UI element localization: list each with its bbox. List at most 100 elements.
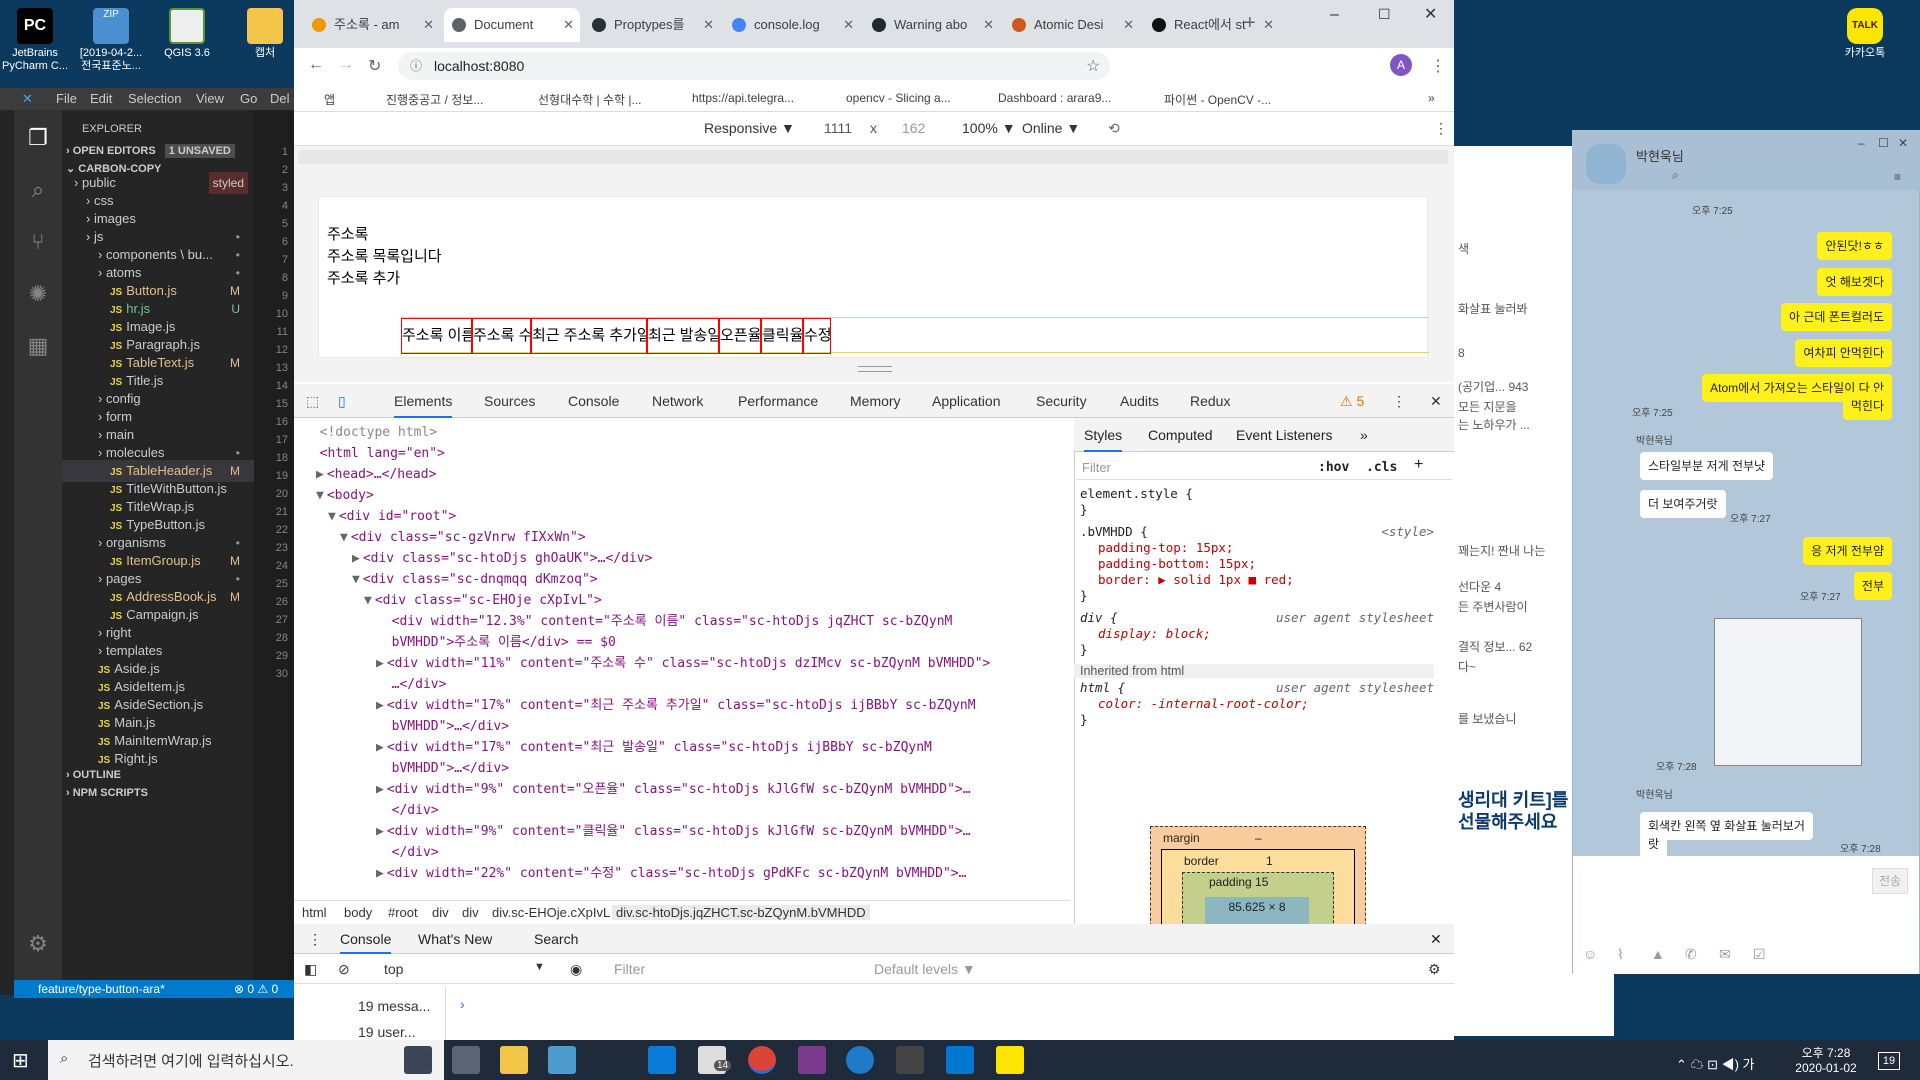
problems-indicator[interactable]: ⊗ 0 ⚠ 0: [234, 980, 278, 998]
log-levels-select[interactable]: Default levels ▼: [874, 961, 976, 977]
add-address-book-link[interactable]: 주소록 추가: [327, 267, 400, 288]
browser-tab[interactable]: Document ✕: [444, 8, 580, 42]
dom-node[interactable]: ▶ <head>…</head>: [294, 464, 1054, 485]
chat-minimize-icon[interactable]: –: [1858, 136, 1865, 150]
rotate-icon[interactable]: ⟲: [1108, 120, 1120, 137]
drawer-menu-icon[interactable]: ⋮: [308, 931, 322, 948]
browser-tab[interactable]: Warning abo ✕: [864, 8, 1000, 42]
dom-node[interactable]: <html lang="en">: [294, 443, 1054, 464]
call-icon[interactable]: ✆: [1685, 946, 1697, 963]
device-more-icon[interactable]: ⋮: [1434, 120, 1448, 137]
taskbar-search[interactable]: ⌕ 검색하려면 여기에 입력하십시오.: [48, 1040, 444, 1080]
network-select[interactable]: Online ▼: [1022, 120, 1080, 136]
dom-node[interactable]: <div width="12.3%" content="주소록 이름" clas…: [294, 611, 1054, 632]
expand-arrow-icon[interactable]: ▼: [316, 488, 324, 503]
console-prompt-icon[interactable]: ›: [460, 996, 465, 1012]
dom-node[interactable]: ▼ <div class="sc-EHOje cXpIvL">: [294, 590, 1054, 611]
chat-message[interactable]: 응 저게 전부얌: [1803, 537, 1892, 565]
forward-icon[interactable]: →: [338, 56, 354, 74]
cls-toggle[interactable]: .cls: [1366, 460, 1397, 475]
breadcrumb-item[interactable]: div.sc-htoDjs.jqZHCT.sc-bZQynM.bVMHDD: [612, 905, 870, 920]
dom-node[interactable]: ▶ <div width="9%" content="오픈율" class="sc…: [294, 779, 1054, 800]
chat-message[interactable]: 박현욱님: [1636, 786, 1673, 801]
source-control-icon[interactable]: ⑂: [24, 228, 52, 256]
devtools-more-icon[interactable]: ⋮: [1392, 393, 1406, 410]
dom-node[interactable]: <!doctype html>: [294, 422, 1054, 443]
dom-node[interactable]: ▶ <div width="22%" content="수정" class="sc…: [294, 863, 1054, 884]
profile-avatar[interactable]: A: [1390, 54, 1412, 76]
bookmark-item[interactable]: 선형대수학 | 수학 |...: [538, 91, 642, 108]
notification-badge[interactable]: 19: [1878, 1052, 1900, 1070]
style-rule-line[interactable]: padding-bottom: 15px;: [1098, 556, 1256, 571]
menu-debug[interactable]: Del: [270, 91, 290, 106]
chrome-app-icon[interactable]: [748, 1046, 776, 1074]
star-icon[interactable]: ☆: [1086, 56, 1100, 76]
tab-close-icon[interactable]: ✕: [1123, 8, 1134, 42]
menu-selection[interactable]: Selection: [128, 91, 181, 106]
more-tabs-icon[interactable]: »: [1360, 427, 1368, 443]
tab-redux[interactable]: Redux: [1190, 393, 1230, 409]
inspect-icon[interactable]: ⬚: [306, 393, 319, 410]
add-rule-icon[interactable]: +: [1414, 456, 1423, 474]
avatar[interactable]: [1586, 144, 1626, 184]
chat-message[interactable]: 아 근데 폰트컬러도: [1781, 303, 1892, 331]
emoji-icon[interactable]: ☺: [1583, 946, 1597, 962]
device-mode-select[interactable]: Responsive ▼: [704, 120, 795, 136]
tab-audits[interactable]: Audits: [1120, 393, 1159, 409]
context-select[interactable]: top: [384, 961, 403, 977]
chat-message[interactable]: 안된닷!ㅎㅎ: [1817, 232, 1892, 260]
expand-arrow-icon[interactable]: ▼: [364, 593, 372, 608]
chat-message[interactable]: 먹힌다: [1842, 392, 1892, 420]
menu-icon[interactable]: ⋮: [1430, 56, 1446, 76]
user-messages-group[interactable]: 19 user...: [358, 1024, 416, 1040]
more-bookmarks-icon[interactable]: »: [1428, 91, 1435, 105]
expand-arrow-icon[interactable]: ▶: [376, 782, 384, 797]
debug-icon[interactable]: ✺: [24, 280, 52, 308]
tab-memory[interactable]: Memory: [850, 393, 901, 409]
dom-node[interactable]: ▼ <body>: [294, 485, 1054, 506]
clock[interactable]: 오후 7:28 2020-01-02: [1786, 1044, 1866, 1075]
ie-app-icon[interactable]: [846, 1046, 874, 1074]
browser-tab[interactable]: Atomic Desi ✕: [1004, 8, 1140, 42]
expand-arrow-icon[interactable]: ▶: [352, 551, 360, 566]
settings-app-icon[interactable]: [452, 1046, 480, 1074]
dom-node[interactable]: ▶ <div width="9%" content="클릭율" class="sc…: [294, 821, 1054, 842]
branch-label[interactable]: feature/type-button-ara*: [38, 980, 165, 998]
kakaotalk-app-icon[interactable]: [996, 1046, 1024, 1074]
expand-arrow-icon[interactable]: ▼: [340, 530, 348, 545]
breadcrumb-item[interactable]: div.sc-EHOje.cXpIvL: [492, 905, 610, 920]
task-view-icon[interactable]: [404, 1046, 432, 1074]
tab-event-listeners[interactable]: Event Listeners: [1236, 427, 1333, 443]
drawer-tab-whats-new[interactable]: What's New: [418, 931, 492, 947]
bookmark-item[interactable]: https://api.telegra...: [692, 91, 794, 105]
winrar-app-icon[interactable]: [798, 1046, 826, 1074]
drawer-tab-search[interactable]: Search: [534, 931, 578, 947]
omnibox[interactable]: ⓘ localhost:8080 ☆: [398, 52, 1110, 80]
dom-node[interactable]: ▶ <div class="sc-htoDjs ghOaUK">…</div>: [294, 548, 1054, 569]
tab-close-icon[interactable]: ✕: [703, 8, 714, 42]
bookmark-apps[interactable]: 앱: [324, 91, 335, 108]
search-icon[interactable]: ⌕: [24, 176, 52, 204]
tab-close-icon[interactable]: ✕: [1263, 8, 1274, 42]
menu-go[interactable]: Go: [240, 91, 257, 106]
sidebar-toggle-icon[interactable]: ◧: [304, 961, 317, 978]
breadcrumb-item[interactable]: body: [344, 905, 372, 920]
dom-node[interactable]: </div>: [294, 842, 1054, 863]
dom-node[interactable]: ▼ <div class="sc-gzVnrw fIXxWn">: [294, 527, 1054, 548]
tab-close-icon[interactable]: ✕: [983, 8, 994, 42]
npm-scripts-section[interactable]: › NPM SCRIPTS: [66, 782, 258, 804]
breadcrumb-item[interactable]: div: [462, 905, 479, 920]
tray-icons[interactable]: ⌃ ☁ ⊡ ◀) 가: [1676, 1054, 1755, 1073]
stylesheet-source[interactable]: user agent stylesheet: [1276, 680, 1434, 695]
dom-node[interactable]: ▼ <div id="root">: [294, 506, 1054, 527]
breadcrumb-item[interactable]: #root: [388, 905, 418, 920]
browser-tab[interactable]: 주소록 - am ✕: [304, 8, 440, 42]
chat-input[interactable]: [1573, 856, 1919, 938]
breadcrumb-item[interactable]: html: [302, 905, 327, 920]
dom-node[interactable]: ▶ <div width="17%" content="최근 발송일" class…: [294, 737, 1054, 758]
tab-computed[interactable]: Computed: [1148, 427, 1213, 443]
tab-performance[interactable]: Performance: [738, 393, 818, 409]
gear-icon[interactable]: ⚙: [24, 930, 52, 958]
tab-application[interactable]: Application: [932, 393, 1001, 409]
extensions-icon[interactable]: ▦: [24, 332, 52, 360]
